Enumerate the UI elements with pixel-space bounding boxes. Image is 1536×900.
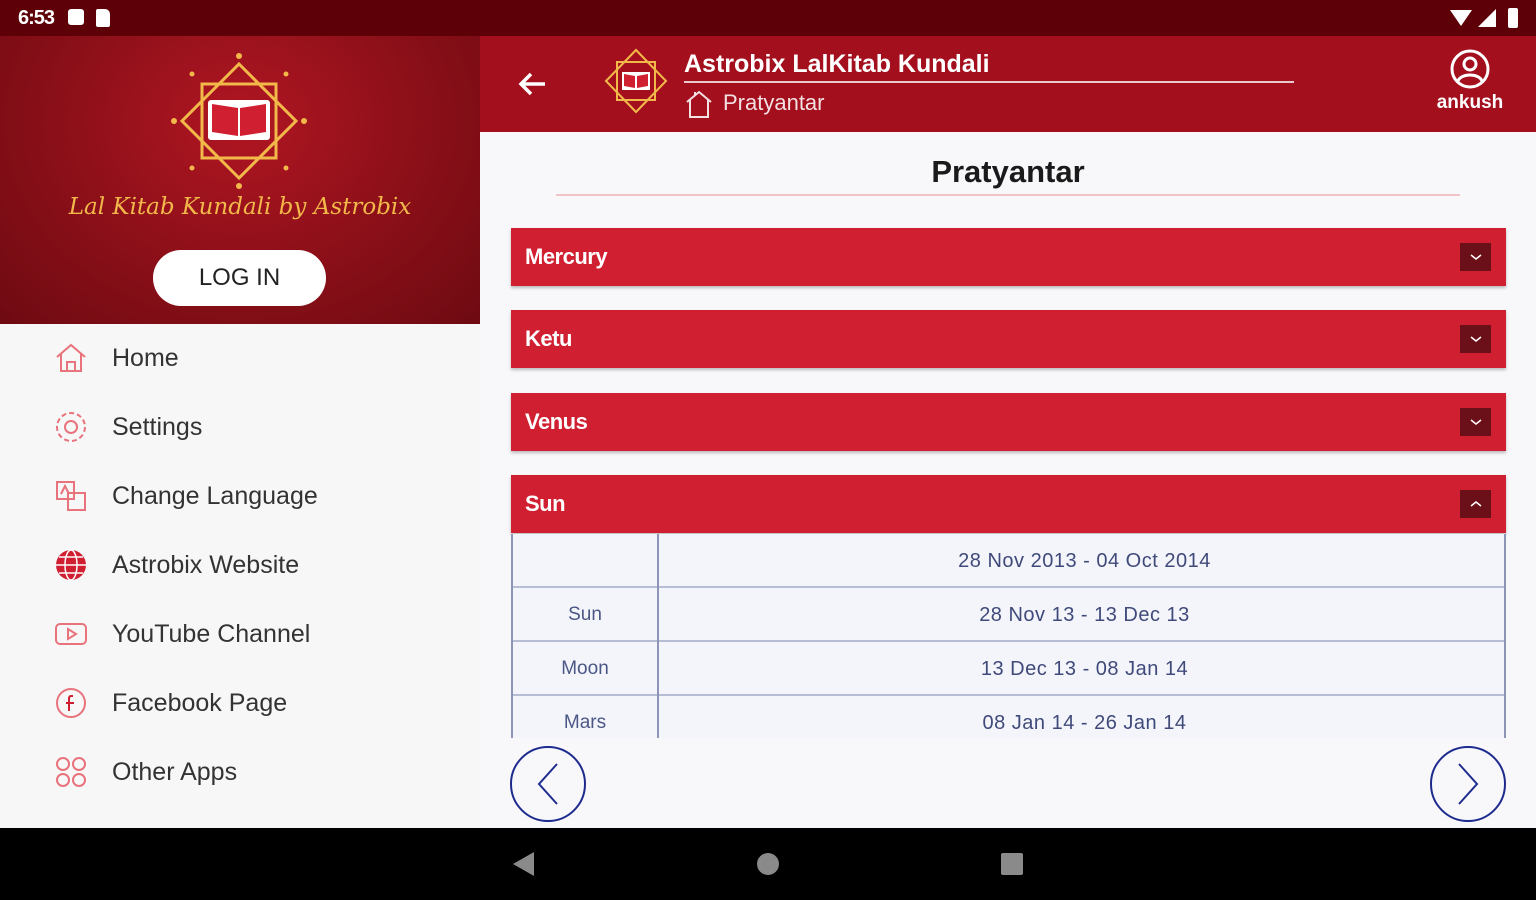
accordion-label: Mercury [525,244,608,269]
brand-text: Lal Kitab Kundali by Astrobix [68,194,412,220]
menu-item-facebook[interactable]: Facebook Page [0,673,480,733]
nav-home-icon[interactable] [757,853,779,875]
app-bar: Astrobix LalKitab Kundali Pratyantar ank… [480,36,1536,132]
chevron-down-icon[interactable] [1460,243,1491,271]
table-row: Sun 28 Nov 13 - 13 Dec 13 [513,588,1504,642]
facebook-icon [52,684,90,722]
menu-label: Settings [112,412,203,441]
drawer-menu: Home Settings Change Language Astrobix W… [0,324,480,828]
arrow-left-icon [518,72,545,96]
apps-grid-icon [52,753,90,791]
table-header-row: 28 Nov 2013 - 04 Oct 2014 [513,534,1504,588]
login-button[interactable]: LOG IN [153,250,326,306]
globe-icon [52,546,90,584]
menu-item-change-language[interactable]: Change Language [0,466,480,526]
menu-item-other-apps[interactable]: Other Apps [0,742,480,802]
system-indicators [1450,8,1518,28]
page-title: Pratyantar [931,154,1085,189]
status-time: 6:53 [18,6,55,29]
wifi-icon [1450,10,1472,26]
system-nav-bar [0,828,1536,900]
drawer-header: Lal Kitab Kundali by Astrobix LOG IN [0,36,480,324]
menu-label: YouTube Channel [112,619,311,648]
chevron-right-icon [1458,763,1479,805]
table-row: Moon 13 Dec 13 - 08 Jan 14 [513,642,1504,696]
back-button[interactable] [510,64,554,104]
accordion-label: Sun [525,491,566,516]
nav-recents-icon[interactable] [1001,853,1023,875]
planet-cell: Mars [513,696,659,738]
table-row: Mars 08 Jan 14 - 26 Jan 14 [513,696,1504,738]
title-rule [556,194,1460,196]
accordion-label: Ketu [525,326,572,351]
date-range-cell: 13 Dec 13 - 08 Jan 14 [980,657,1189,680]
menu-item-youtube[interactable]: YouTube Channel [0,604,480,664]
menu-label: Facebook Page [112,688,288,717]
next-button[interactable] [1430,746,1506,822]
status-bar: 6:53 [0,0,1536,36]
planet-cell: Sun [513,588,659,642]
accordion-ketu[interactable]: Ketu [511,310,1506,368]
accordion-label: Venus [525,409,588,434]
planet-cell: Moon [513,642,659,696]
user-profile-button[interactable]: ankush [1436,48,1504,114]
chevron-left-icon [537,763,558,805]
accordion-mercury[interactable]: Mercury [511,228,1506,286]
menu-item-settings[interactable]: Settings [0,397,480,457]
sd-card-icon [96,9,111,27]
chevron-down-icon[interactable] [1460,408,1491,436]
app-title: Astrobix LalKitab Kundali [684,50,990,78]
app-root: 6:53 Lal Kitab Kundali by Astrobix LOG I… [0,0,1536,900]
previous-button[interactable] [510,746,586,822]
battery-icon [1508,8,1518,28]
date-range-cell: 28 Nov 13 - 13 Dec 13 [979,603,1190,626]
main-content: Pratyantar Mercury Ketu Venus Sun 28 Nov… [480,132,1536,828]
gear-icon [52,408,90,446]
house-outline-icon [684,88,714,120]
menu-item-website[interactable]: Astrobix Website [0,535,480,595]
cell-signal-icon [1478,9,1496,27]
menu-label: Change Language [112,481,318,510]
menu-label: Astrobix Website [112,550,300,579]
chevron-down-icon[interactable] [1460,325,1491,353]
chevron-up-icon[interactable] [1460,490,1491,518]
accordion-sun[interactable]: Sun [511,475,1506,533]
app-logo-small-icon [600,44,672,120]
title-divider [684,81,1294,83]
menu-item-home[interactable]: Home [0,328,480,388]
dasha-table: 28 Nov 2013 - 04 Oct 2014 Sun 28 Nov 13 … [511,534,1506,738]
date-range-cell: 08 Jan 14 - 26 Jan 14 [982,711,1187,734]
menu-label: Other Apps [112,757,238,786]
period-range: 28 Nov 2013 - 04 Oct 2014 [958,549,1211,572]
accordion-venus[interactable]: Venus [511,393,1506,451]
notification-icon [68,9,85,25]
notification-icons [68,9,111,27]
table-cell [513,534,659,588]
user-name: ankush [1436,92,1504,113]
menu-label: Home [112,343,179,372]
nav-back-icon[interactable] [513,852,534,876]
translate-icon [52,477,90,515]
home-icon [52,339,90,377]
app-subtitle: Pratyantar [723,90,825,115]
youtube-icon [52,615,90,653]
user-avatar-icon [1449,48,1491,90]
app-logo-icon [168,50,310,192]
